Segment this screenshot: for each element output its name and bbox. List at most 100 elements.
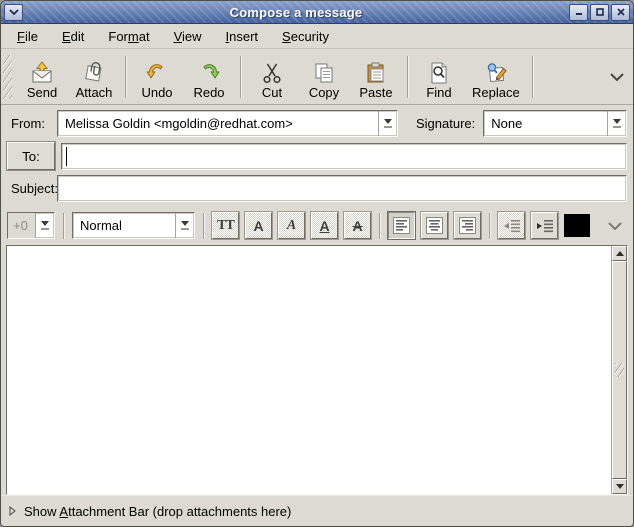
copy-button[interactable]: Copy: [298, 52, 350, 102]
find-icon: [427, 61, 451, 85]
toolbar-label: Cut: [262, 86, 282, 100]
window-title: Compose a message: [23, 5, 569, 20]
toolbar-label: Find: [426, 86, 451, 100]
from-value: Melissa Goldin <mgoldin@redhat.com>: [58, 111, 378, 136]
unindent-button[interactable]: [498, 212, 525, 239]
menu-file[interactable]: File: [7, 26, 48, 47]
align-left-toggle[interactable]: [388, 212, 415, 239]
close-button[interactable]: [611, 4, 630, 21]
toolbar-overflow-button[interactable]: [605, 57, 629, 97]
from-select[interactable]: Melissa Goldin <mgoldin@redhat.com>: [57, 110, 398, 137]
label-part: at: [139, 29, 150, 44]
attachment-bar[interactable]: Show Attachment Bar (drop attachments he…: [1, 495, 633, 526]
toolbar-label: Copy: [309, 86, 339, 100]
from-label: From:: [7, 116, 57, 131]
toolbar-separator: [532, 56, 533, 98]
signature-value: None: [484, 111, 607, 136]
align-center-icon: [426, 217, 443, 234]
signature-select[interactable]: None: [483, 110, 627, 137]
dropdown-arrow-icon: [175, 213, 194, 238]
toolbar-label: Attach: [76, 86, 113, 100]
strikethrough-toggle[interactable]: A: [344, 212, 371, 239]
format-toolbar: +0 Normal TT A A A A: [1, 206, 633, 245]
underline-icon: A: [319, 219, 329, 233]
font-color-swatch[interactable]: [564, 214, 590, 237]
redo-button[interactable]: Redo: [183, 52, 235, 102]
scrollbar-track[interactable]: [612, 261, 627, 479]
bold-toggle[interactable]: A: [245, 212, 272, 239]
replace-button[interactable]: Replace: [465, 52, 527, 102]
underline-toggle[interactable]: A: [311, 212, 338, 239]
message-headers: From: Melissa Goldin <mgoldin@redhat.com…: [1, 105, 633, 206]
arrow-up-icon: [616, 251, 624, 256]
font-size-select[interactable]: +0: [7, 212, 55, 239]
scrollbar-grip: [615, 363, 624, 377]
undo-button[interactable]: Undo: [131, 52, 183, 102]
menu-edit[interactable]: Edit: [52, 26, 94, 47]
send-icon: [30, 61, 54, 85]
toolbar-separator: [125, 56, 126, 98]
menu-insert[interactable]: Insert: [216, 26, 269, 47]
subject-row: Subject:: [7, 175, 627, 202]
window-controls: [569, 4, 630, 21]
italic-toggle[interactable]: A: [278, 212, 305, 239]
toolbar-label: Paste: [359, 86, 392, 100]
message-body-editor[interactable]: [7, 246, 611, 494]
align-center-toggle[interactable]: [421, 212, 448, 239]
to-button[interactable]: To:: [7, 142, 55, 170]
replace-icon: [484, 61, 508, 85]
format-separator: [379, 213, 380, 239]
menubar: File Edit Format View Insert Security: [1, 24, 633, 49]
window-menu-button[interactable]: [4, 4, 23, 21]
toolbar-separator: [240, 56, 241, 98]
minimize-button[interactable]: [569, 4, 588, 21]
send-button[interactable]: Send: [16, 52, 68, 102]
toolbar-grip[interactable]: [3, 55, 12, 99]
format-separator: [203, 213, 204, 239]
minimize-icon: [575, 8, 583, 16]
compose-window: Compose a message File Edit Format View …: [0, 0, 634, 527]
scroll-down-button[interactable]: [612, 479, 627, 494]
cut-button[interactable]: Cut: [246, 52, 298, 102]
paragraph-style-select[interactable]: Normal: [72, 212, 195, 239]
format-separator: [63, 213, 64, 239]
dropdown-arrow-icon: [607, 111, 626, 136]
menu-security[interactable]: Security: [272, 26, 339, 47]
menu-view[interactable]: View: [164, 26, 212, 47]
to-input[interactable]: [61, 143, 627, 170]
label-part: ttachment Bar (drop attachments here): [68, 504, 291, 519]
redo-icon: [197, 61, 221, 85]
scrollbar-thumb[interactable]: [612, 261, 627, 479]
toolbar-label: Undo: [141, 86, 172, 100]
to-button-label: To:: [22, 149, 40, 164]
chevron-down-icon: [9, 9, 19, 15]
unindent-icon: [503, 219, 521, 233]
typewriter-toggle[interactable]: TT: [212, 212, 239, 239]
titlebar[interactable]: Compose a message: [1, 1, 633, 24]
attach-button[interactable]: Attach: [68, 52, 120, 102]
find-button[interactable]: Find: [413, 52, 465, 102]
scroll-up-button[interactable]: [612, 246, 627, 261]
align-left-icon: [393, 217, 410, 234]
label-part: V: [174, 29, 182, 44]
menu-format[interactable]: Format: [98, 26, 159, 47]
label-part: E: [62, 29, 71, 44]
cut-icon: [260, 61, 284, 85]
text-caret: [66, 147, 67, 166]
undo-icon: [145, 61, 169, 85]
subject-input[interactable]: [57, 175, 627, 202]
toolbar-label: Redo: [193, 86, 224, 100]
align-right-toggle[interactable]: [454, 212, 481, 239]
maximize-button[interactable]: [590, 4, 609, 21]
toolbar-separator: [407, 56, 408, 98]
paste-button[interactable]: Paste: [350, 52, 402, 102]
dropdown-arrow-icon: [378, 111, 397, 136]
indent-button[interactable]: [531, 212, 558, 239]
format-separator: [489, 213, 490, 239]
format-overflow-button[interactable]: [603, 206, 627, 246]
strikethrough-icon: A: [352, 219, 362, 233]
chevron-down-icon: [608, 222, 622, 230]
toolbar-label: Send: [27, 86, 57, 100]
italic-icon: A: [287, 219, 296, 233]
arrow-down-icon: [616, 484, 624, 489]
